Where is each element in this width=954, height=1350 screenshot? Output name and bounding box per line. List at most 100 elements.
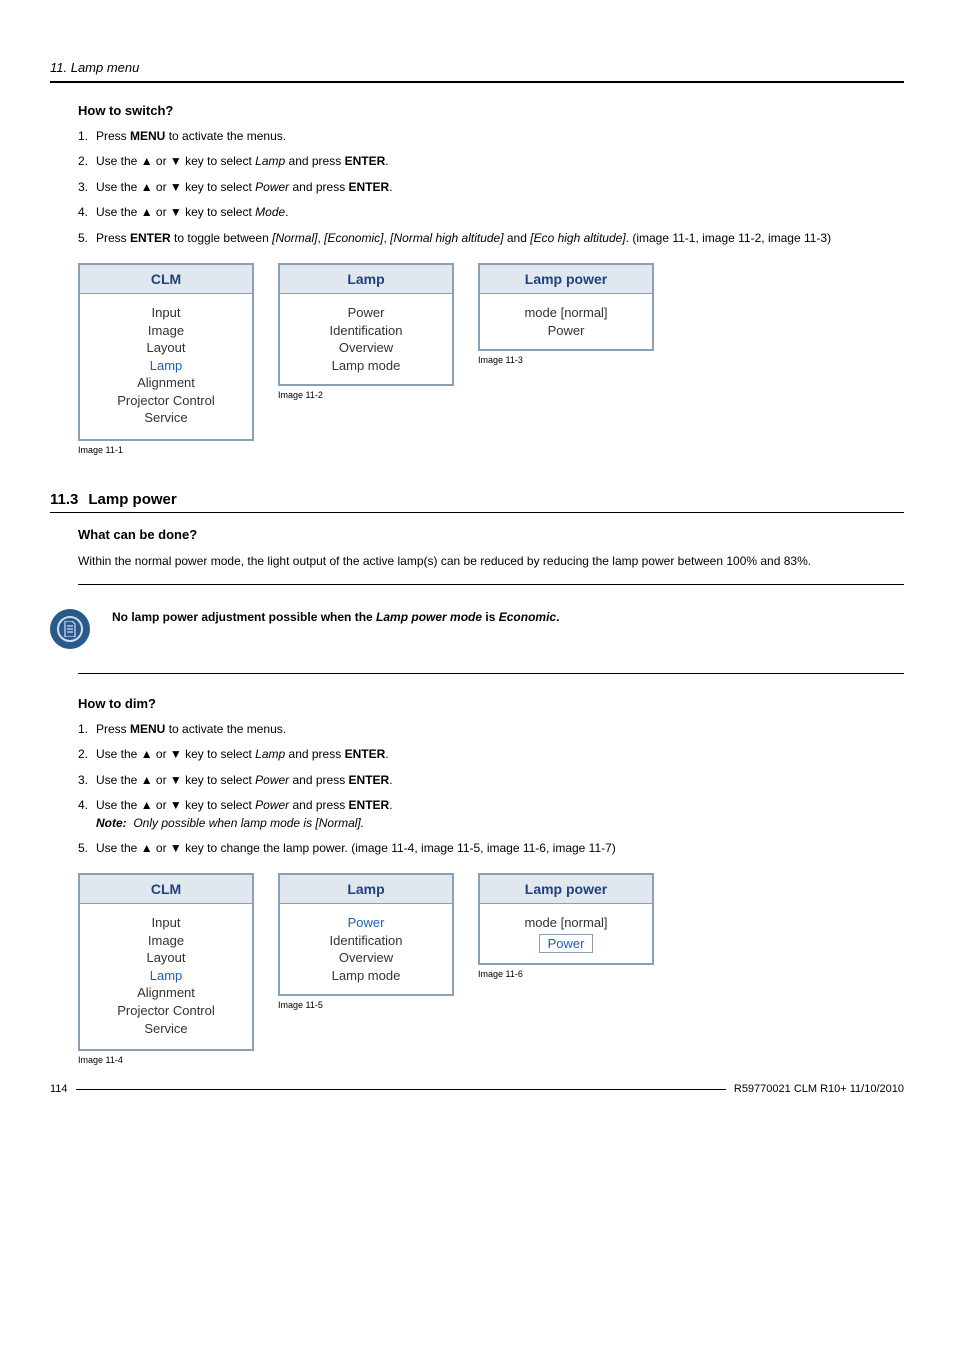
menu-item: Projector Control <box>86 392 246 410</box>
figure-11-6: Lamp power mode [normal] Power Image 11-… <box>478 873 654 979</box>
panel-body: Power Identification Overview Lamp mode <box>280 294 452 384</box>
t: and press <box>285 154 344 168</box>
footer-rule <box>76 1089 726 1090</box>
t: Economic <box>499 610 556 624</box>
menu-item: Overview <box>286 339 446 357</box>
menu-item: Layout <box>86 339 246 357</box>
menu-item-selected: Power <box>539 934 594 954</box>
sub-heading: How to switch? <box>78 103 904 118</box>
menu-item: Power <box>486 322 646 340</box>
menu-item: Alignment <box>86 984 246 1002</box>
t: ENTER <box>345 154 386 168</box>
step-item: 3.Use the ▲ or ▼ key to select Power and… <box>78 772 904 789</box>
t: and press <box>289 798 348 812</box>
step-number: 1. <box>78 721 88 738</box>
t: Press <box>96 231 130 245</box>
t: Use the ▲ or ▼ key to select <box>96 773 255 787</box>
t: . <box>285 205 288 219</box>
step-number: 2. <box>78 153 88 170</box>
menu-item: Identification <box>286 322 446 340</box>
t: and press <box>289 180 348 194</box>
step-number: 5. <box>78 230 88 247</box>
menu-item: Alignment <box>86 374 246 392</box>
what-can-be-done-block: What can be done? Within the normal powe… <box>78 527 904 570</box>
panel-body: mode [normal] Power <box>480 904 652 963</box>
figure-caption: Image 11-3 <box>478 355 654 365</box>
menu-item-selected: Lamp <box>86 967 246 985</box>
figures-row-2: CLM Input Image Layout Lamp Alignment Pr… <box>78 873 904 1065</box>
panel-lamp-power: Lamp power mode [normal] Power <box>478 263 654 351</box>
t: Press <box>96 129 130 143</box>
t: Use the ▲ or ▼ key to select <box>96 747 255 761</box>
t: ENTER <box>345 747 386 761</box>
t: Use the ▲ or ▼ key to select <box>96 798 255 812</box>
panel-clm: CLM Input Image Layout Lamp Alignment Pr… <box>78 263 254 441</box>
steps-list: 1.Press MENU to activate the menus. 2.Us… <box>78 721 904 857</box>
menu-item: Service <box>86 409 246 427</box>
t: Power <box>255 798 289 812</box>
panel-title: CLM <box>80 875 252 904</box>
figure-caption: Image 11-6 <box>478 969 654 979</box>
figure-11-4: CLM Input Image Layout Lamp Alignment Pr… <box>78 873 254 1065</box>
menu-item: Input <box>86 914 246 932</box>
t: . <box>389 180 392 194</box>
figure-caption: Image 11-2 <box>278 390 454 400</box>
section-title: Lamp power <box>88 491 176 508</box>
t: [Normal] <box>272 231 317 245</box>
panel-body: Input Image Layout Lamp Alignment Projec… <box>80 294 252 439</box>
t: Power <box>255 773 289 787</box>
t: and press <box>285 747 344 761</box>
menu-item-selected: Lamp <box>86 357 246 375</box>
t: Use the ▲ or ▼ key to select <box>96 205 255 219</box>
t: Lamp <box>255 154 285 168</box>
t: [Eco high altitude] <box>530 231 625 245</box>
step-number: 2. <box>78 746 88 763</box>
t: MENU <box>130 129 165 143</box>
note-rule-top <box>78 584 904 585</box>
t: Use the ▲ or ▼ key to change the lamp po… <box>96 841 616 855</box>
menu-item-selected: Power <box>286 914 446 932</box>
t: . (image 11-1, image 11-2, image 11-3) <box>626 231 831 245</box>
menu-item: Service <box>86 1020 246 1038</box>
t: to toggle between <box>171 231 272 245</box>
t: MENU <box>130 722 165 736</box>
figure-11-5: Lamp Power Identification Overview Lamp … <box>278 873 454 1010</box>
panel-clm: CLM Input Image Layout Lamp Alignment Pr… <box>78 873 254 1051</box>
footer-doc-id: R59770021 CLM R10+ 11/10/2010 <box>734 1083 904 1095</box>
t: Use the ▲ or ▼ key to select <box>96 154 255 168</box>
t: Power <box>255 180 289 194</box>
step-item: 1.Press MENU to activate the menus. <box>78 721 904 738</box>
t: ENTER <box>349 773 390 787</box>
menu-item: mode [normal] <box>486 304 646 322</box>
menu-item: Image <box>86 932 246 950</box>
t: is <box>482 610 499 624</box>
t: ENTER <box>130 231 171 245</box>
t: No lamp power adjustment possible when t… <box>112 610 376 624</box>
step-item: 3. Use the ▲ or ▼ key to select Power and… <box>78 179 904 196</box>
note-label: Note: <box>96 816 127 830</box>
t: Lamp <box>255 747 285 761</box>
t: and <box>504 231 531 245</box>
t: [Economic] <box>324 231 383 245</box>
note-text: No lamp power adjustment possible when t… <box>112 609 559 626</box>
step-number: 3. <box>78 179 88 196</box>
note-icon <box>50 609 90 649</box>
figure-caption: Image 11-1 <box>78 445 254 455</box>
panel-body: Input Image Layout Lamp Alignment Projec… <box>80 904 252 1049</box>
step-item: 4.Use the ▲ or ▼ key to select Power and… <box>78 797 904 832</box>
t: Press <box>96 722 130 736</box>
t: . <box>556 610 559 624</box>
page-number: 114 <box>50 1083 68 1095</box>
steps-list: 1.Press MENU to activate the menus. 2.Us… <box>78 128 904 247</box>
t: . <box>385 747 388 761</box>
body-text: Within the normal power mode, the light … <box>78 552 904 570</box>
panel-body: Power Identification Overview Lamp mode <box>280 904 452 994</box>
menu-item: Layout <box>86 949 246 967</box>
menu-item: Image <box>86 322 246 340</box>
menu-item: mode [normal] <box>486 914 646 932</box>
t: . <box>389 798 392 812</box>
menu-item: Lamp mode <box>286 967 446 985</box>
t: Use the ▲ or ▼ key to select <box>96 180 255 194</box>
running-header: 11. Lamp menu <box>50 60 904 75</box>
step-number: 5. <box>78 840 88 857</box>
